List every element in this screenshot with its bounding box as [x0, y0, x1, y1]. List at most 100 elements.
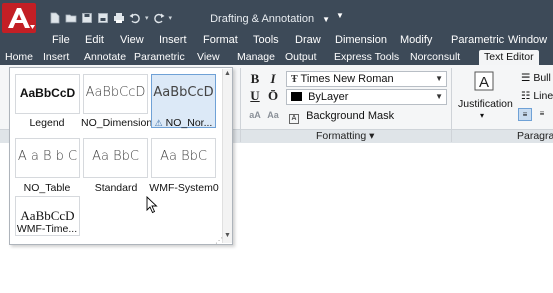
background-mask-button[interactable]: A Background Mask — [289, 109, 395, 124]
line-spacing-label: Line — [533, 90, 553, 102]
tab-annotate[interactable]: Annotate — [84, 50, 126, 65]
menu-edit[interactable]: Edit — [85, 34, 104, 46]
quick-access-toolbar: ▾ ▾ — [49, 9, 172, 27]
title-bar: ▾ ▾ Drafting & Annotation ▼ ▼ — [0, 0, 553, 34]
menu-window[interactable]: Window — [508, 34, 547, 46]
overline-button[interactable]: Ō — [265, 88, 281, 104]
tab-insert[interactable]: Insert — [43, 50, 69, 65]
scroll-down-icon[interactable]: ▼ — [224, 232, 231, 239]
style-swatch-no-nor[interactable]: AaBbCcD — [151, 74, 216, 114]
font-select-value: Times New Roman — [300, 73, 394, 85]
align-center-button[interactable]: ≡ — [535, 108, 549, 121]
svg-text:A: A — [479, 74, 489, 91]
style-name: NO_Nor... — [165, 117, 213, 129]
resize-grip-icon[interactable]: ⋰ — [215, 236, 223, 245]
tab-express-tools[interactable]: Express Tools — [334, 50, 399, 65]
menu-modify[interactable]: Modify — [400, 34, 432, 46]
make-uppercase-icon[interactable]: Aa — [265, 107, 281, 123]
tab-home[interactable]: Home — [5, 50, 33, 65]
style-swatch-no-table[interactable]: A a B b C — [15, 138, 80, 178]
menu-file[interactable]: File — [52, 34, 70, 46]
style-sample: Aa BbC — [160, 149, 207, 164]
tab-output[interactable]: Output — [285, 50, 317, 65]
chevron-down-icon: ▼ — [435, 74, 443, 83]
bullets-button[interactable]: ☰ Bull — [521, 72, 551, 84]
menu-draw[interactable]: Draw — [295, 34, 321, 46]
menu-bar: File Edit View Insert Format Tools Draw … — [40, 34, 553, 48]
italic-button[interactable]: I — [265, 71, 281, 87]
formatting-panel-title[interactable]: Formatting ▾ — [316, 130, 374, 142]
ribbon-tab-bar: Home Insert Annotate Parametric View Man… — [0, 48, 553, 65]
justification-icon[interactable]: A — [473, 70, 495, 92]
menu-format[interactable]: Format — [203, 34, 238, 46]
underline-button[interactable]: U — [247, 88, 263, 104]
style-swatch-wmf-system0[interactable]: Aa BbC — [151, 138, 216, 178]
plot-icon[interactable] — [113, 12, 125, 24]
style-sample: AaBbCcD — [20, 208, 75, 223]
undo-icon[interactable] — [129, 12, 141, 24]
style-name-selected[interactable]: ⚠ NO_Nor... — [151, 117, 216, 129]
align-left-button[interactable]: ≡ — [518, 108, 532, 121]
redo-icon[interactable] — [153, 12, 165, 24]
style-swatch-no-dimension[interactable]: AaBbCcD — [83, 74, 148, 114]
color-select[interactable]: ByLayer ▼ — [286, 89, 447, 105]
save-as-icon[interactable] — [97, 12, 109, 24]
style-sample: AaBbCcD — [153, 85, 214, 100]
style-swatch-legend[interactable]: AaBbCcD — [15, 74, 80, 114]
font-select[interactable]: Ŧ Times New Roman ▼ — [286, 71, 447, 87]
justification-label[interactable]: Justification — [458, 98, 513, 110]
panel-divider — [240, 68, 241, 142]
style-name[interactable]: NO_Dimension — [81, 117, 152, 129]
undo-dropdown-icon[interactable]: ▾ — [145, 14, 149, 22]
workspace-label: Drafting & Annotation — [210, 13, 315, 25]
style-name[interactable]: WMF-Time... — [12, 223, 82, 235]
style-name[interactable]: WMF-System0 — [149, 182, 219, 194]
menu-view[interactable]: View — [120, 34, 144, 46]
redo-dropdown-icon[interactable]: ▾ — [169, 14, 173, 22]
workspace-dropdown-icon: ▼ — [322, 14, 330, 24]
menu-insert[interactable]: Insert — [159, 34, 187, 46]
style-sample: AaBbCcD — [85, 85, 146, 100]
style-sample: A a B b C — [17, 149, 78, 164]
truetype-font-icon: Ŧ — [291, 74, 298, 85]
style-name[interactable]: Legend — [12, 117, 82, 129]
gallery-scrollbar[interactable]: ▲ ▼ — [222, 69, 232, 243]
menu-tools[interactable]: Tools — [253, 34, 279, 46]
background-mask-icon: A — [289, 114, 299, 124]
chevron-down-icon: ▼ — [435, 92, 443, 101]
customize-qat-icon[interactable]: ▼ — [336, 11, 344, 20]
color-swatch-icon — [291, 92, 302, 101]
line-spacing-button[interactable]: ☷ Line — [521, 90, 553, 102]
bold-button[interactable]: B — [247, 71, 263, 87]
tab-parametric[interactable]: Parametric — [134, 50, 185, 65]
justification-dropdown-icon[interactable]: ▾ — [480, 111, 484, 120]
style-name[interactable]: NO_Table — [12, 182, 82, 194]
background-mask-label: Background Mask — [306, 110, 395, 122]
application-menu-icon[interactable] — [2, 3, 36, 33]
align-center-icon: ≡ — [539, 109, 545, 118]
mouse-cursor-icon — [146, 196, 158, 214]
color-select-value: ByLayer — [308, 91, 349, 103]
annotative-icon: ⚠ — [154, 118, 163, 128]
style-swatch-standard[interactable]: Aa BbC — [83, 138, 148, 178]
style-sample: AaBbCcD — [19, 86, 76, 100]
line-spacing-icon: ☷ — [521, 90, 531, 102]
scroll-up-icon[interactable]: ▲ — [224, 70, 231, 77]
bullets-icon: ☰ — [521, 72, 531, 84]
workspace-switcher[interactable]: Drafting & Annotation ▼ — [208, 11, 330, 27]
tab-manage[interactable]: Manage — [237, 50, 275, 65]
open-icon[interactable] — [65, 12, 77, 24]
save-icon[interactable] — [81, 12, 93, 24]
style-sample: Aa BbC — [92, 149, 139, 164]
menu-dimension[interactable]: Dimension — [335, 34, 387, 46]
align-left-icon: ≡ — [522, 110, 528, 119]
tab-view[interactable]: View — [197, 50, 220, 65]
paragraph-panel-title[interactable]: Paragrap — [517, 130, 553, 142]
menu-parametric[interactable]: Parametric — [451, 34, 504, 46]
bullets-label: Bull — [533, 72, 551, 84]
tab-text-editor[interactable]: Text Editor — [479, 50, 539, 65]
make-lowercase-icon[interactable]: aA — [247, 107, 263, 123]
style-name[interactable]: Standard — [81, 182, 151, 194]
new-icon[interactable] — [49, 12, 61, 24]
tab-norconsult[interactable]: Norconsult — [410, 50, 460, 65]
